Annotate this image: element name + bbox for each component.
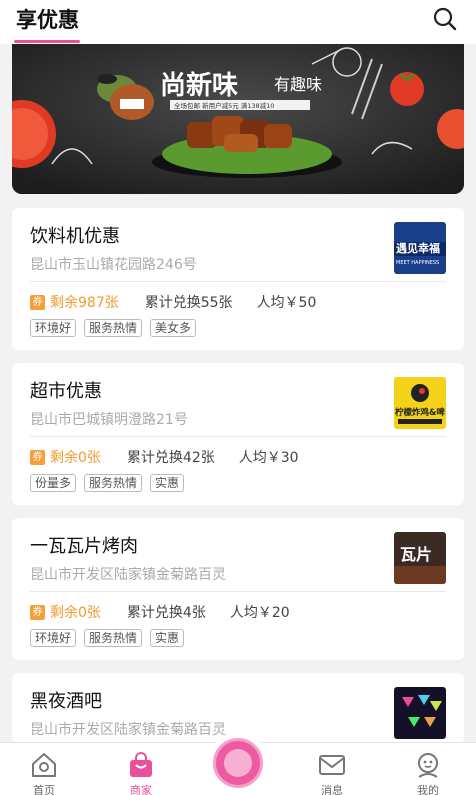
banner-promo: 全场包邮 新用户减5元 满138减10 <box>174 101 274 110</box>
coupon-icon: 券 <box>30 604 45 620</box>
svg-text:柠檬炸鸡&啤: 柠檬炸鸡&啤 <box>395 407 445 418</box>
redeemed-count: 累计兑换42张 <box>126 450 215 466</box>
redeemed-count: 累计兑换55张 <box>144 295 233 311</box>
tab-merchant[interactable]: 商家 <box>111 743 171 795</box>
svg-text:瓦片: 瓦片 <box>400 545 432 564</box>
store-card[interactable]: 饮料机优惠 昆山市玉山镇花园路246号 遇见幸福 MEET HAPPINESS … <box>12 208 464 350</box>
promo-banner[interactable]: 尚新味 有趣味 全场包邮 新用户减5元 满138减10 <box>12 44 464 194</box>
title-underline <box>14 40 80 43</box>
svg-text:遇见幸福: 遇见幸福 <box>396 241 440 255</box>
tag: 服务热情 <box>84 319 143 337</box>
store-name: 一瓦瓦片烤肉 <box>30 536 138 557</box>
coupon-icon: 券 <box>30 449 45 465</box>
tag: 环境好 <box>30 319 77 337</box>
store-address: 昆山市巴城镇明澄路21号 <box>30 412 188 428</box>
card-divider <box>30 436 446 437</box>
store-card[interactable]: 一瓦瓦片烤肉 昆山市开发区陆家镇金菊路百灵 瓦片 券 剩余0张 累计兑换4张 人… <box>12 518 464 660</box>
banner-headline: 尚新味 <box>160 70 238 101</box>
page-title: 享优惠 <box>16 8 79 32</box>
mail-icon <box>319 755 345 775</box>
search-icon[interactable] <box>432 6 458 32</box>
store-address: 昆山市玉山镇花园路246号 <box>30 257 197 273</box>
coupon-row: 券 剩余987张 累计兑换55张 人均￥50 <box>30 292 316 312</box>
store-name: 超市优惠 <box>30 381 102 402</box>
avg-price: 人均￥30 <box>238 450 299 466</box>
tag: 份量多 <box>30 474 77 492</box>
home-icon <box>32 753 56 777</box>
scan-button[interactable] <box>208 733 268 793</box>
top-bar: 享优惠 <box>0 0 476 44</box>
tag: 服务热情 <box>84 629 143 647</box>
store-card[interactable]: 超市优惠 昆山市巴城镇明澄路21号 柠檬炸鸡&啤 券 剩余0张 累计兑换42张 … <box>12 363 464 505</box>
tab-home[interactable]: 首页 <box>14 743 74 795</box>
store-name: 饮料机优惠 <box>30 226 120 247</box>
avg-price: 人均￥20 <box>229 605 290 621</box>
tag-list: 环境好 服务热情 实惠 <box>30 629 192 647</box>
tag-list: 环境好 服务热情 美女多 <box>30 319 204 337</box>
store-thumbnail: 柠檬炸鸡&啤 <box>394 377 446 429</box>
tag-list: 份量多 服务热情 实惠 <box>30 474 192 492</box>
camera-icon <box>213 738 263 788</box>
coupon-remaining: 剩余0张 <box>50 450 101 466</box>
user-face-icon <box>418 753 438 778</box>
coupon-icon: 券 <box>30 294 45 310</box>
avg-price: 人均￥50 <box>256 295 317 311</box>
store-name: 黑夜酒吧 <box>30 691 102 712</box>
tag: 环境好 <box>30 629 77 647</box>
tab-mine-label: 我的 <box>417 784 439 795</box>
coupon-remaining: 剩余0张 <box>50 605 101 621</box>
tag: 美女多 <box>150 319 197 337</box>
store-thumbnail: 瓦片 <box>394 532 446 584</box>
redeemed-count: 累计兑换4张 <box>126 605 206 621</box>
card-divider <box>30 281 446 282</box>
tag: 实惠 <box>150 474 185 492</box>
coupon-row: 券 剩余0张 累计兑换42张 人均￥30 <box>30 447 299 467</box>
banner-subheadline: 有趣味 <box>274 75 322 94</box>
tab-mine[interactable]: 我的 <box>398 743 458 795</box>
tab-merchant-label: 商家 <box>130 784 152 795</box>
tab-messages-label: 消息 <box>321 784 343 795</box>
tag: 服务热情 <box>84 474 143 492</box>
card-divider <box>30 591 446 592</box>
store-address: 昆山市开发区陆家镇金菊路百灵 <box>30 567 226 583</box>
store-address: 昆山市开发区陆家镇金菊路百灵 <box>30 722 226 738</box>
shopping-bag-icon <box>130 752 152 777</box>
banner-image: 尚新味 有趣味 全场包邮 新用户减5元 满138减10 <box>12 44 464 194</box>
coupon-row: 券 剩余0张 累计兑换4张 人均￥20 <box>30 602 290 622</box>
tab-home-label: 首页 <box>33 784 55 795</box>
tag: 实惠 <box>150 629 185 647</box>
coupon-remaining: 剩余987张 <box>50 295 119 311</box>
store-thumbnail: 遇见幸福 MEET HAPPINESS <box>394 222 446 274</box>
svg-text:MEET HAPPINESS: MEET HAPPINESS <box>396 260 439 266</box>
store-thumbnail <box>394 687 446 739</box>
tab-messages[interactable]: 消息 <box>302 743 362 795</box>
